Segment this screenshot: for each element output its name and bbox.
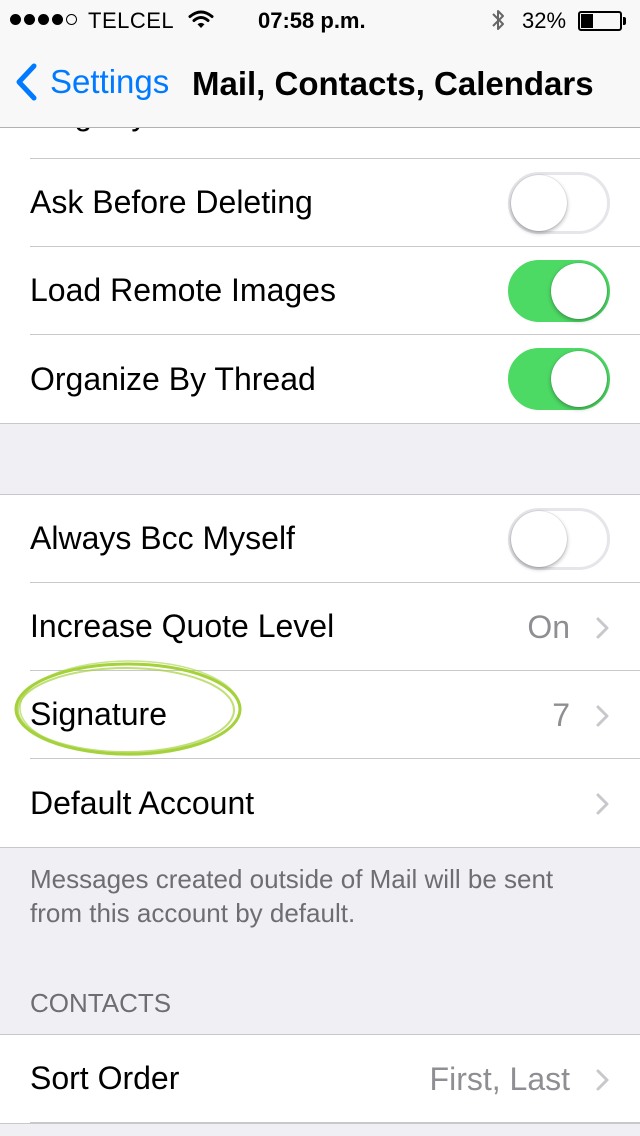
- row-organize-by-thread: Organize By Thread: [30, 335, 640, 423]
- chevron-left-icon: [16, 63, 37, 101]
- status-bar: TELCEL 07:58 p.m. 32%: [0, 0, 640, 40]
- row-sort-order[interactable]: Sort Order First, Last: [30, 1035, 640, 1123]
- carrier-name: TELCEL: [88, 8, 175, 33]
- row-label: Load Remote Images: [30, 272, 336, 308]
- battery-icon: [578, 11, 626, 31]
- toggle-knob: [511, 175, 567, 231]
- mail-composing-group: Always Bcc Myself Increase Quote Level O…: [0, 494, 640, 848]
- signal-strength: [10, 14, 77, 25]
- bluetooth-icon: [490, 8, 506, 38]
- signal-dot: [66, 14, 77, 25]
- toggle-load-remote-images[interactable]: [508, 260, 610, 322]
- battery-percent: 32%: [522, 8, 567, 33]
- row-value: On: [527, 609, 570, 645]
- toggle-ask-before-deleting[interactable]: [508, 172, 610, 234]
- signal-dot: [24, 14, 35, 25]
- row-label: Signature: [30, 696, 167, 732]
- toggle-knob: [551, 263, 607, 319]
- chevron-right-icon: [596, 705, 609, 727]
- row-label: Organize By Thread: [30, 360, 316, 397]
- row-label: Default Account: [30, 784, 255, 821]
- row-signature[interactable]: Signature 7: [30, 671, 640, 759]
- clock: 07:58 p.m.: [258, 8, 366, 33]
- row-default-account[interactable]: Default Account: [30, 759, 640, 847]
- toggle-knob: [511, 511, 567, 567]
- signal-dot: [38, 14, 49, 25]
- battery-fill: [581, 14, 593, 28]
- row-value: First, Last: [429, 1061, 570, 1097]
- contacts-group: Sort Order First, Last: [0, 1034, 640, 1124]
- row-label: Ask Before Deleting: [30, 184, 313, 220]
- navigation-bar: Settings Mail, Contacts, Calendars: [0, 40, 640, 128]
- row-label: Sort Order: [30, 1060, 180, 1096]
- group-footer-note: Messages created outside of Mail will be…: [30, 864, 554, 928]
- toggle-knob: [551, 351, 607, 407]
- row-ask-before-deleting: Ask Before Deleting: [30, 159, 640, 247]
- wifi-icon: [188, 9, 214, 35]
- row-increase-quote-level[interactable]: Increase Quote Level On: [30, 583, 640, 671]
- chevron-right-icon: [596, 1069, 609, 1091]
- toggle-always-bcc-myself[interactable]: [508, 508, 610, 570]
- page-title: Mail, Contacts, Calendars: [192, 65, 594, 102]
- row-load-remote-images: Load Remote Images: [30, 247, 640, 335]
- row-label: Flag Style: [30, 128, 172, 158]
- toggle-organize-by-thread[interactable]: [508, 348, 610, 410]
- top-bar: TELCEL 07:58 p.m. 32% Settings Mail, Con…: [0, 0, 640, 128]
- row-value: 7: [552, 697, 570, 733]
- back-button[interactable]: Settings: [14, 62, 169, 102]
- section-header-contacts: CONTACTS: [30, 988, 172, 1018]
- row-label: Increase Quote Level: [30, 608, 335, 644]
- signal-dot: [10, 14, 21, 25]
- settings-list: Flag Style Ask Before Deleting Load Remo…: [0, 128, 640, 1124]
- chevron-right-icon: [596, 617, 609, 639]
- mail-options-group: Flag Style Ask Before Deleting Load Remo…: [0, 128, 640, 424]
- row-label: Always Bcc Myself: [30, 520, 295, 556]
- chevron-right-icon: [596, 793, 609, 815]
- list-item-partial[interactable]: Flag Style: [30, 128, 640, 159]
- signal-dot: [52, 14, 63, 25]
- row-always-bcc-myself: Always Bcc Myself: [30, 495, 640, 583]
- back-label: Settings: [50, 63, 170, 100]
